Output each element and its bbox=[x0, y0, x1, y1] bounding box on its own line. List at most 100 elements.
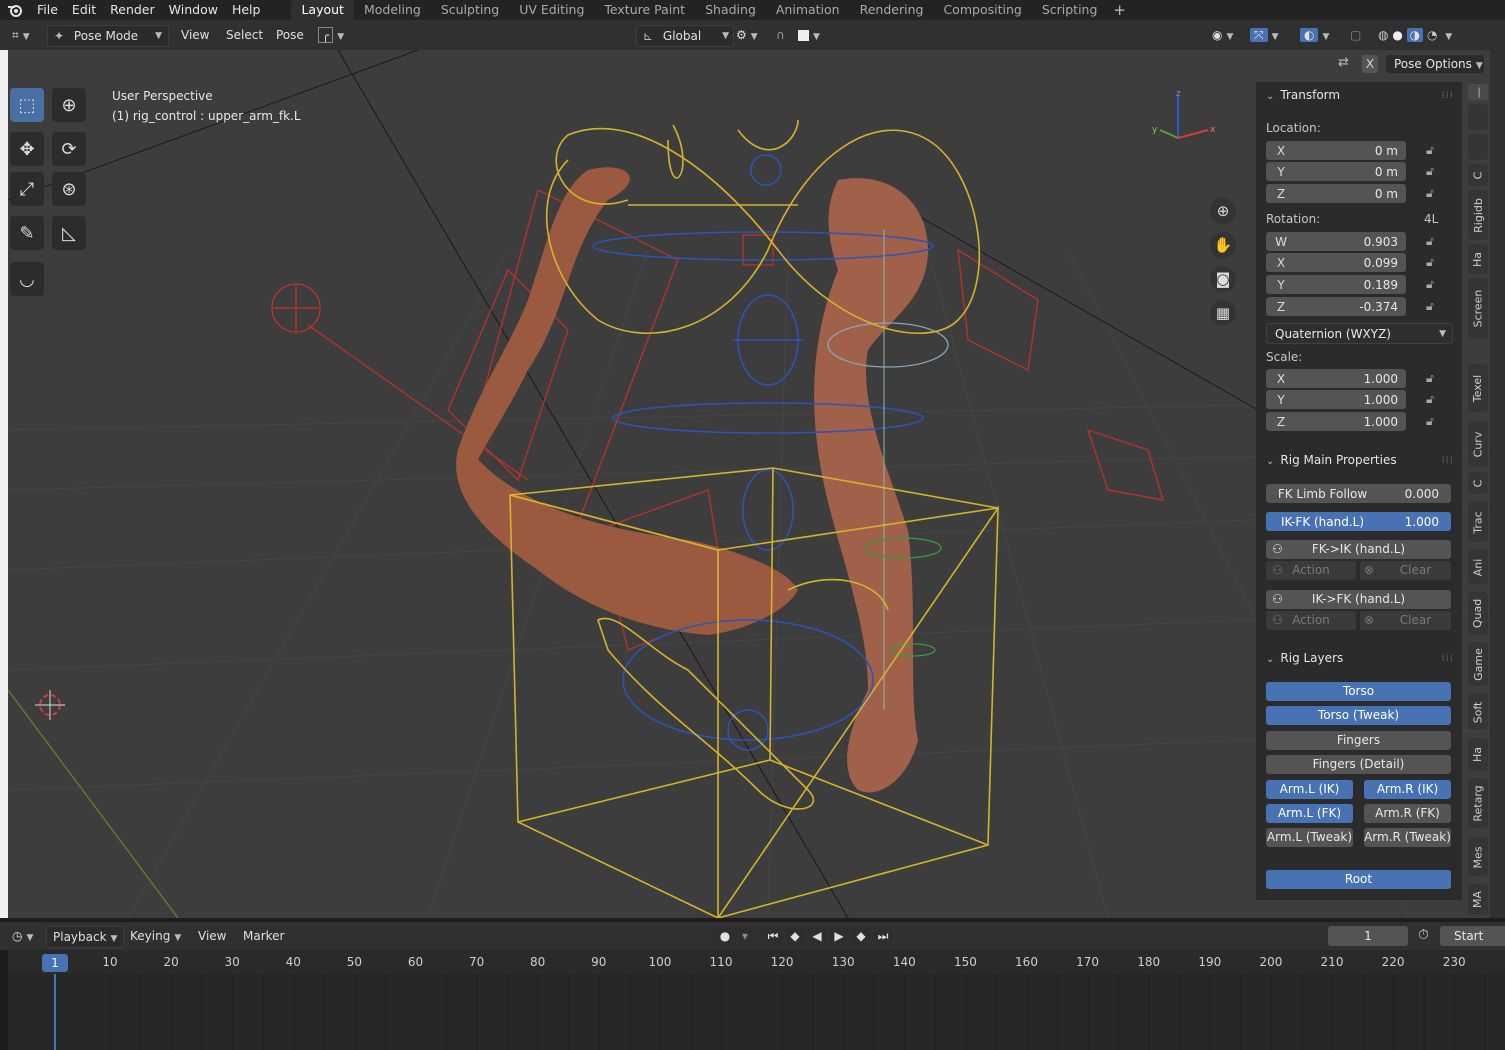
lock-icon[interactable]: 🔓︎ bbox=[1426, 371, 1442, 385]
layer-arm-r-ik-button[interactable]: Arm.R (IK) bbox=[1364, 780, 1451, 799]
cursor-tool[interactable]: ⊕ bbox=[52, 88, 86, 122]
rotation-w-field[interactable]: W 0.903 bbox=[1266, 232, 1406, 251]
menu-select[interactable]: Select bbox=[220, 25, 269, 45]
sidebar-tab-screen[interactable]: Screen bbox=[1468, 278, 1488, 338]
layer-root-button[interactable]: Root bbox=[1266, 870, 1451, 889]
menu-window[interactable]: Window bbox=[162, 0, 225, 20]
drag-handle-icon[interactable]: ⁞⁞⁞ bbox=[1441, 653, 1454, 664]
sidebar-tab-game[interactable]: Game bbox=[1468, 642, 1488, 686]
mode-select[interactable]: ✦ Pose Mode ▼ bbox=[47, 25, 169, 47]
pivot-dropdown[interactable]: ╭ ▼ bbox=[312, 25, 350, 45]
sidebar-tab-ha[interactable]: Ha bbox=[1468, 244, 1488, 274]
layer-torso-button[interactable]: Torso bbox=[1266, 682, 1451, 701]
play-reverse-icon[interactable]: ◀ bbox=[808, 927, 826, 945]
drag-handle-icon[interactable]: ⁞⁞⁞ bbox=[1441, 90, 1454, 101]
rotation-y-field[interactable]: Y 0.189 bbox=[1266, 275, 1406, 294]
record-button[interactable]: ● bbox=[714, 927, 736, 945]
ik-to-fk-action-button[interactable]: ⚇ Action bbox=[1266, 611, 1356, 630]
ik-fk-slider[interactable]: IK-FK (hand.L) 1.000 bbox=[1266, 512, 1451, 531]
menu-pose[interactable]: Pose bbox=[270, 25, 310, 45]
tab-texture-paint[interactable]: Texture Paint bbox=[594, 0, 695, 20]
sidebar-tab-curve[interactable]: Curv bbox=[1468, 422, 1488, 466]
scale-y-field[interactable]: Y 1.000 bbox=[1266, 390, 1406, 409]
tab-sculpting[interactable]: Sculpting bbox=[431, 0, 509, 20]
menu-file[interactable]: File bbox=[30, 0, 65, 20]
sidebar-toggle-icon[interactable]: ⇄ bbox=[1338, 55, 1349, 70]
fk-to-ik-action-button[interactable]: ⚇ Action bbox=[1266, 561, 1356, 580]
lock-icon[interactable]: 🔓︎ bbox=[1426, 299, 1442, 313]
grid-view-icon[interactable]: ▦ bbox=[1210, 300, 1236, 326]
play-icon[interactable]: ▶ bbox=[830, 927, 848, 945]
timeline-editor-type[interactable]: ◷ ▼ bbox=[6, 926, 39, 946]
lock-icon[interactable]: 🔓︎ bbox=[1426, 255, 1442, 269]
location-z-field[interactable]: Z0 m bbox=[1266, 184, 1406, 203]
tab-animation[interactable]: Animation bbox=[766, 0, 850, 20]
rotation-mode-select[interactable]: Quaternion (WXYZ) ▼ bbox=[1266, 323, 1453, 344]
sidebar-tab-ma[interactable]: MA bbox=[1468, 884, 1488, 914]
lock-icon[interactable]: 🔓︎ bbox=[1426, 277, 1442, 291]
select-box-tool[interactable]: ⬚ bbox=[10, 88, 44, 122]
blender-logo-icon[interactable] bbox=[0, 0, 30, 20]
layer-torso-tweak-button[interactable]: Torso (Tweak) bbox=[1266, 706, 1451, 725]
sidebar-tab-tracking[interactable]: Trac bbox=[1468, 502, 1488, 542]
sidebar-tab-retarget[interactable]: Retarg bbox=[1468, 778, 1488, 828]
layer-fingers-detail-button[interactable]: Fingers (Detail) bbox=[1266, 755, 1451, 774]
timeline-view-menu[interactable]: View bbox=[192, 926, 232, 946]
sidebar-tab-item[interactable] bbox=[1468, 134, 1488, 160]
menu-edit[interactable]: Edit bbox=[65, 0, 103, 20]
sidebar-tab-quad[interactable]: Quad bbox=[1468, 592, 1488, 634]
layer-arm-l-ik-button[interactable]: Arm.L (IK) bbox=[1266, 780, 1353, 799]
fk-limb-follow-slider[interactable]: FK Limb Follow 0.000 bbox=[1266, 484, 1451, 503]
axis-gizmo[interactable]: z y x bbox=[1150, 88, 1220, 148]
transform-tool[interactable]: ⊛ bbox=[52, 172, 86, 206]
sidebar-tab-soft[interactable]: Soft bbox=[1468, 694, 1488, 730]
zoom-icon[interactable]: ⊕ bbox=[1210, 198, 1236, 224]
move-tool[interactable]: ✥ bbox=[10, 132, 44, 166]
menu-render[interactable]: Render bbox=[103, 0, 162, 20]
pan-hand-icon[interactable]: ✋ bbox=[1210, 232, 1236, 258]
tab-compositing[interactable]: Compositing bbox=[933, 0, 1031, 20]
sidebar-tab-item[interactable]: — bbox=[1468, 84, 1488, 100]
sidebar-tab-texel[interactable]: Texel bbox=[1468, 364, 1488, 412]
playback-menu[interactable]: Playback ▼ bbox=[46, 926, 125, 948]
fk-to-ik-button[interactable]: ⚇ FK->IK (hand.L) bbox=[1266, 540, 1451, 559]
rotation-4l-toggle[interactable]: 4L bbox=[1424, 212, 1438, 226]
lock-icon[interactable]: 🔓︎ bbox=[1426, 186, 1442, 200]
ik-to-fk-button[interactable]: ⚇ IK->FK (hand.L) bbox=[1266, 590, 1451, 609]
playhead-frame-badge[interactable]: 1 bbox=[42, 954, 68, 972]
sidebar-tab-c2[interactable]: C bbox=[1468, 472, 1488, 494]
layer-arm-r-tweak-button[interactable]: Arm.R (Tweak) bbox=[1364, 828, 1451, 847]
xray-toggle[interactable]: ▢ bbox=[1344, 25, 1367, 45]
sidebar-tab-c[interactable]: C bbox=[1468, 164, 1488, 186]
rig-main-panel-header[interactable]: ⌄ Rig Main Properties bbox=[1266, 453, 1397, 467]
marker-menu[interactable]: Marker bbox=[237, 926, 290, 946]
wireframe-shading-icon[interactable]: ◍ bbox=[1378, 28, 1388, 42]
measure-tool[interactable]: ◺ bbox=[52, 216, 86, 250]
sidebar-tab-animation[interactable]: Ani bbox=[1468, 550, 1488, 584]
scale-tool[interactable]: ⤢ bbox=[10, 172, 44, 206]
timeline-body[interactable] bbox=[8, 974, 1505, 1050]
lock-icon[interactable]: 🔓︎ bbox=[1426, 414, 1442, 428]
prev-keyframe-icon[interactable]: ◆ bbox=[786, 927, 804, 945]
timeline-ruler[interactable]: 1 10 20 30 40 50 60 70 80 90 100 110 120 130 140 150 16… bbox=[8, 950, 1505, 974]
tab-uv-editing[interactable]: UV Editing bbox=[509, 0, 594, 20]
transform-panel-header[interactable]: ⌄ Transform bbox=[1266, 88, 1340, 102]
rotate-tool[interactable]: ⟳ bbox=[52, 132, 86, 166]
transform-pivot-button[interactable]: ⚙ ▼ bbox=[730, 25, 764, 45]
sidebar-tab-item[interactable] bbox=[1468, 104, 1488, 130]
lock-icon[interactable]: 🔓︎ bbox=[1426, 392, 1442, 406]
stopwatch-icon[interactable]: ⏱ bbox=[1418, 927, 1429, 943]
editor-type-button[interactable]: ⌗ ▼ bbox=[6, 25, 36, 45]
drag-handle-icon[interactable]: ⁞⁞⁞ bbox=[1441, 455, 1454, 466]
lock-icon[interactable]: 🔓︎ bbox=[1426, 234, 1442, 248]
material-shading-icon[interactable]: ◑ bbox=[1406, 28, 1424, 42]
rig-layers-panel-header[interactable]: ⌄ Rig Layers bbox=[1266, 651, 1343, 665]
current-frame-field[interactable]: 1 bbox=[1328, 926, 1408, 946]
jump-end-icon[interactable]: ⏭ bbox=[874, 927, 892, 945]
tab-layout[interactable]: Layout bbox=[291, 0, 354, 20]
scale-z-field[interactable]: Z 1.000 bbox=[1266, 412, 1406, 431]
layer-arm-l-fk-button[interactable]: Arm.L (FK) bbox=[1266, 804, 1353, 823]
sidebar-tab-rigidbody[interactable]: Rigidb bbox=[1468, 190, 1488, 240]
annotate-tool[interactable]: ✎ bbox=[10, 216, 44, 250]
layer-arm-l-tweak-button[interactable]: Arm.L (Tweak) bbox=[1266, 828, 1353, 847]
